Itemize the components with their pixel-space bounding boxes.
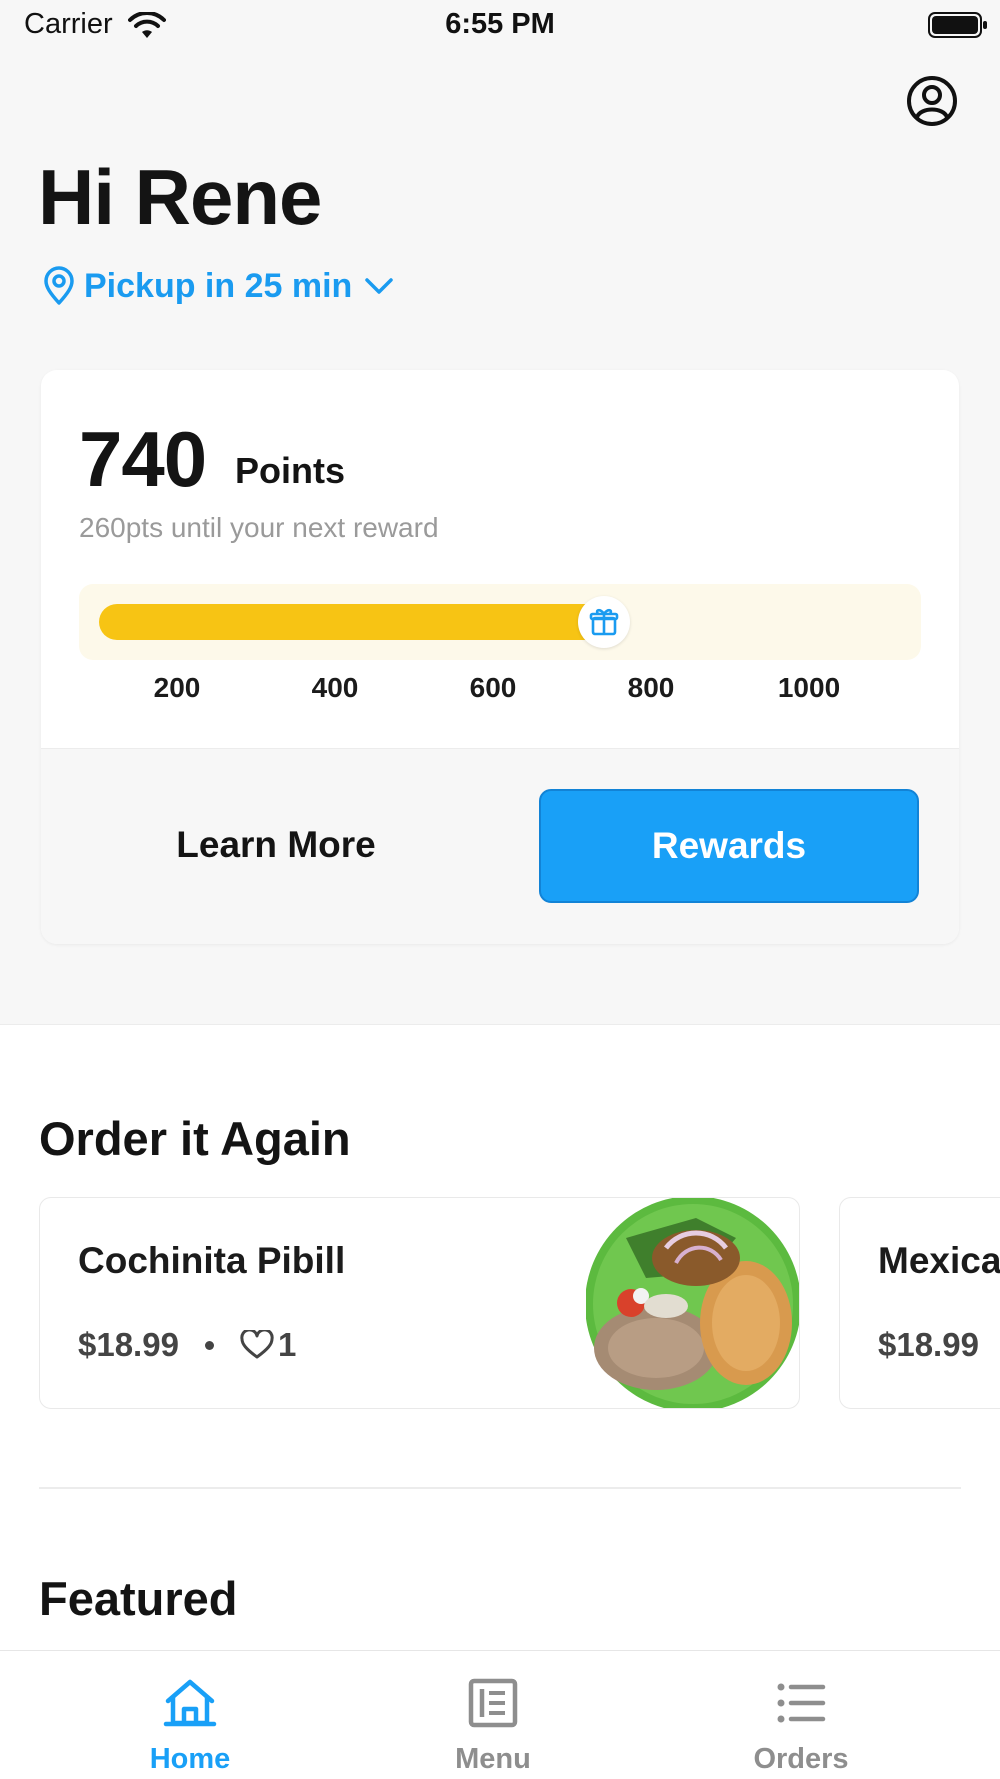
points-label: Points (235, 450, 346, 491)
points-card: 740 Points 260pts until your next reward… (41, 370, 959, 944)
rewards-button[interactable]: Rewards (539, 789, 919, 903)
food-plate-image (586, 1198, 799, 1408)
gift-icon (589, 608, 618, 636)
order-again-title: Order it Again (39, 1112, 351, 1165)
separator-dot (204, 1340, 214, 1350)
greeting-title: Hi Rene (38, 153, 322, 241)
order-item-price: $18.99 (878, 1326, 979, 1363)
points-subtitle: 260pts until your next reward (79, 512, 439, 543)
profile-icon[interactable] (905, 74, 959, 128)
progress-tick-label: 200 (153, 672, 201, 703)
pickup-label: Pickup in 25 min (84, 266, 353, 305)
progress-knob (577, 596, 630, 648)
progress-tick-label: 600 (469, 672, 517, 703)
home-icon (163, 1679, 217, 1727)
tab-label: Home (149, 1743, 231, 1775)
status-time: 6:55 PM (445, 8, 555, 40)
order-item-meta: $18.99 (878, 1326, 979, 1364)
order-item-name: Cochinita Pibill (78, 1240, 346, 1281)
tab-orders[interactable]: Orders (701, 1651, 901, 1779)
tab-label: Orders (753, 1743, 849, 1775)
points-card-footer: Learn More Rewards (41, 748, 959, 944)
learn-more-button[interactable]: Learn More (101, 789, 451, 901)
points-progress-track (79, 584, 921, 660)
orders-icon (777, 1683, 826, 1723)
location-pin-icon (44, 266, 74, 305)
tab-bar: Home Menu Orders (0, 1650, 1000, 1779)
order-card[interactable]: Mexica $18.99 (839, 1197, 1000, 1409)
menu-icon (468, 1678, 518, 1728)
order-item-name: Mexica (878, 1240, 1000, 1281)
tab-label: Menu (455, 1743, 531, 1775)
order-item-likes: 1 (277, 1326, 297, 1363)
order-card[interactable]: Cochinita Pibill $18.99 1 (39, 1197, 800, 1409)
battery-icon (928, 12, 987, 38)
featured-title: Featured (39, 1572, 238, 1625)
progress-tick-label: 800 (627, 672, 675, 703)
points-progress-fill (99, 604, 610, 640)
progress-tick-label: 400 (311, 672, 359, 703)
pickup-selector[interactable]: Pickup in 25 min (42, 266, 394, 306)
tab-menu[interactable]: Menu (393, 1651, 593, 1779)
section-divider (39, 1487, 961, 1489)
heart-icon[interactable] (240, 1330, 274, 1360)
tab-home[interactable]: Home (90, 1651, 290, 1779)
chevron-down-icon (365, 278, 394, 294)
order-item-price: $18.99 (78, 1326, 179, 1363)
points-value: 740 (79, 415, 207, 503)
order-item-meta: $18.99 1 (78, 1326, 296, 1364)
progress-tick-label: 1000 (777, 672, 841, 703)
